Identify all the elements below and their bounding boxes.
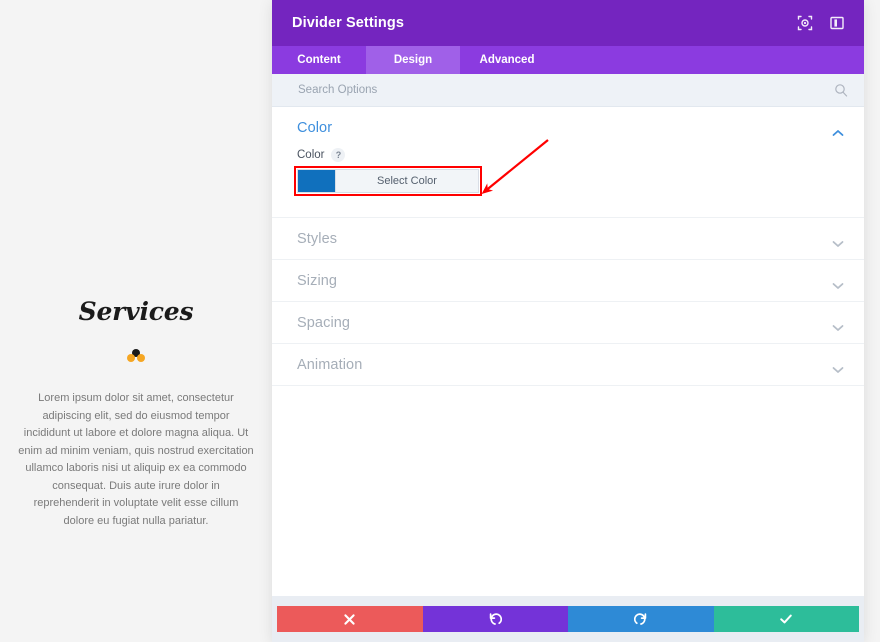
check-icon [779, 612, 793, 626]
page-title: Services [0, 297, 272, 326]
section-animation-title: Animation [297, 357, 832, 373]
panel-layout-icon[interactable] [828, 14, 846, 32]
tab-advanced[interactable]: Advanced [460, 46, 554, 74]
section-styles-header[interactable]: Styles [272, 218, 864, 259]
color-field-label-row: Color ? [297, 148, 839, 162]
tab-content[interactable]: Content [272, 46, 366, 74]
page-canvas: Services Lorem ipsum dolor sit amet, con… [0, 0, 880, 642]
section-color-title: Color [297, 120, 832, 136]
color-picker-wrapper: Select Color [297, 169, 479, 193]
divider-module[interactable] [0, 347, 272, 369]
search-icon [834, 83, 848, 97]
modal-titlebar: Divider Settings [272, 0, 864, 46]
modal-footer [272, 596, 864, 642]
section-sizing-header[interactable]: Sizing [272, 260, 864, 301]
undo-button[interactable] [423, 606, 569, 632]
modal-tabs: Content Design Advanced [272, 46, 864, 74]
section-color: Color Color ? Select Color [272, 107, 864, 218]
modal-title: Divider Settings [292, 15, 796, 31]
section-sizing-title: Sizing [297, 273, 832, 289]
undo-icon [488, 612, 502, 626]
three-dot-divider-icon [124, 347, 148, 367]
redo-icon [634, 612, 648, 626]
section-animation: Animation [272, 344, 864, 386]
titlebar-actions [796, 14, 846, 32]
divider-settings-modal: Divider Settings Co [272, 0, 864, 642]
chevron-down-icon[interactable] [832, 361, 844, 369]
section-animation-header[interactable]: Animation [272, 344, 864, 385]
save-button[interactable] [714, 606, 860, 632]
chevron-up-icon[interactable] [832, 124, 844, 132]
chevron-down-icon[interactable] [832, 235, 844, 243]
section-color-header[interactable]: Color [272, 107, 864, 148]
divider-dot-left [127, 354, 135, 362]
help-icon[interactable]: ? [331, 148, 345, 162]
search-options-bar [272, 74, 864, 107]
select-color-button[interactable]: Select Color [336, 170, 478, 192]
preview-body-text: Lorem ipsum dolor sit amet, consectetur … [18, 390, 254, 530]
redo-button[interactable] [568, 606, 714, 632]
website-preview-column: Services Lorem ipsum dolor sit amet, con… [0, 0, 272, 642]
divider-dot-right [137, 354, 145, 362]
section-spacing: Spacing [272, 302, 864, 344]
section-styles-title: Styles [297, 231, 832, 247]
color-swatch[interactable] [298, 170, 336, 192]
section-spacing-header[interactable]: Spacing [272, 302, 864, 343]
chevron-down-icon[interactable] [832, 319, 844, 327]
color-field-label: Color [297, 149, 324, 161]
footer-button-group [277, 606, 859, 632]
close-icon [343, 613, 356, 626]
search-input[interactable] [296, 83, 834, 97]
color-picker[interactable]: Select Color [297, 169, 479, 193]
section-color-body: Color ? Select Color [272, 148, 864, 217]
chevron-down-icon[interactable] [832, 277, 844, 285]
section-styles: Styles [272, 218, 864, 260]
section-sizing: Sizing [272, 260, 864, 302]
modal-body: Color Color ? Select Color [272, 107, 864, 596]
expand-view-icon[interactable] [796, 14, 814, 32]
cancel-button[interactable] [277, 606, 423, 632]
section-spacing-title: Spacing [297, 315, 832, 331]
tab-design[interactable]: Design [366, 46, 460, 74]
